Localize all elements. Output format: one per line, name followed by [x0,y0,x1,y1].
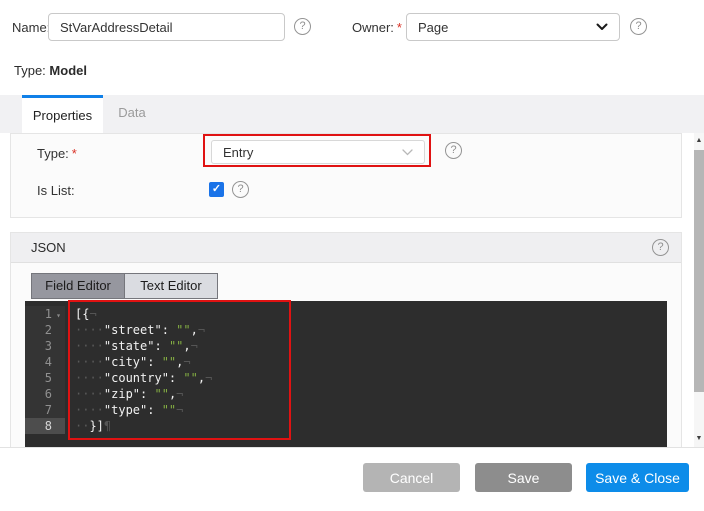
owner-select[interactable]: Page [406,13,620,41]
line-number: 8 [45,419,52,433]
type-summary: Type: Model [14,63,87,78]
field-editor-tab[interactable]: Field Editor [32,274,125,298]
line-number: 3 [45,339,52,353]
scroll-up-icon[interactable]: ▲ [694,135,704,147]
eol-marker: ¬ [183,355,190,369]
scrollbar-thumb[interactable] [694,150,704,392]
json-code-editor[interactable]: 1▾ [{¬ 2 ····"street": "",¬ 3 ····"state… [25,301,667,447]
properties-panel: Type:* Entry ? Is List: ✓ ? [10,133,682,218]
eol-marker: ¬ [198,323,205,337]
footer-divider [0,447,704,448]
help-icon-json[interactable]: ? [652,239,669,256]
cancel-button[interactable]: Cancel [363,463,460,492]
eol-marker: ¬ [191,339,198,353]
eol-marker: ¬ [176,403,183,417]
owner-label: Owner:* [352,20,402,36]
code-line[interactable]: 7 ····"type": ""¬ [25,402,667,418]
type-field-label: Type:* [37,146,77,161]
code-line[interactable]: 1▾ [{¬ [25,306,667,322]
text-editor-tab[interactable]: Text Editor [125,274,217,298]
line-number: 4 [45,355,52,369]
save-and-close-button[interactable]: Save & Close [586,463,689,492]
scroll-down-icon[interactable]: ▼ [694,433,704,445]
code-line[interactable]: 4 ····"city": "",¬ [25,354,667,370]
chevron-down-icon [402,149,413,156]
type-summary-value: Model [49,63,87,78]
help-icon-is-list[interactable]: ? [232,181,249,198]
json-section-header: JSON ? [11,233,681,263]
required-marker: * [397,20,402,35]
owner-select-value: Page [418,20,448,35]
eol-marker: ¬ [89,307,96,321]
eol-marker: ¬ [205,371,212,385]
tab-strip: Properties Data [0,95,704,133]
type-select-value: Entry [223,145,253,160]
line-number: 5 [45,371,52,385]
line-number: 7 [45,403,52,417]
json-panel: JSON ? Field Editor Text Editor 1▾ [{¬ 2… [10,232,682,447]
code-line[interactable]: 2 ····"street": "",¬ [25,322,667,338]
code-line[interactable]: 6 ····"zip": "",¬ [25,386,667,402]
name-input[interactable] [48,13,285,41]
line-number: 1 [45,307,52,321]
json-editor-toggle: Field Editor Text Editor [31,273,218,299]
cursor-marker: ¶ [104,419,111,433]
json-section-title: JSON [31,240,66,255]
checkmark-icon: ✓ [212,183,221,195]
is-list-label: Is List: [37,183,75,198]
required-marker: * [72,146,77,161]
chevron-down-icon [596,23,608,31]
code-line-active[interactable]: 8 ··}]¶ [25,418,667,434]
tab-data[interactable]: Data [103,95,161,133]
help-icon-type[interactable]: ? [445,142,462,159]
code-line[interactable]: 5 ····"country": "",¬ [25,370,667,386]
help-icon-owner[interactable]: ? [630,18,647,35]
type-select[interactable]: Entry [211,140,425,164]
is-list-checkbox[interactable]: ✓ [209,182,224,197]
tab-properties[interactable]: Properties [22,95,103,133]
line-number: 2 [45,323,52,337]
save-button[interactable]: Save [475,463,572,492]
eol-marker: ¬ [176,387,183,401]
vertical-scrollbar[interactable]: ▲ ▼ [694,133,704,447]
help-icon-name[interactable]: ? [294,18,311,35]
code-line[interactable]: 3 ····"state": "",¬ [25,338,667,354]
line-number: 6 [45,387,52,401]
